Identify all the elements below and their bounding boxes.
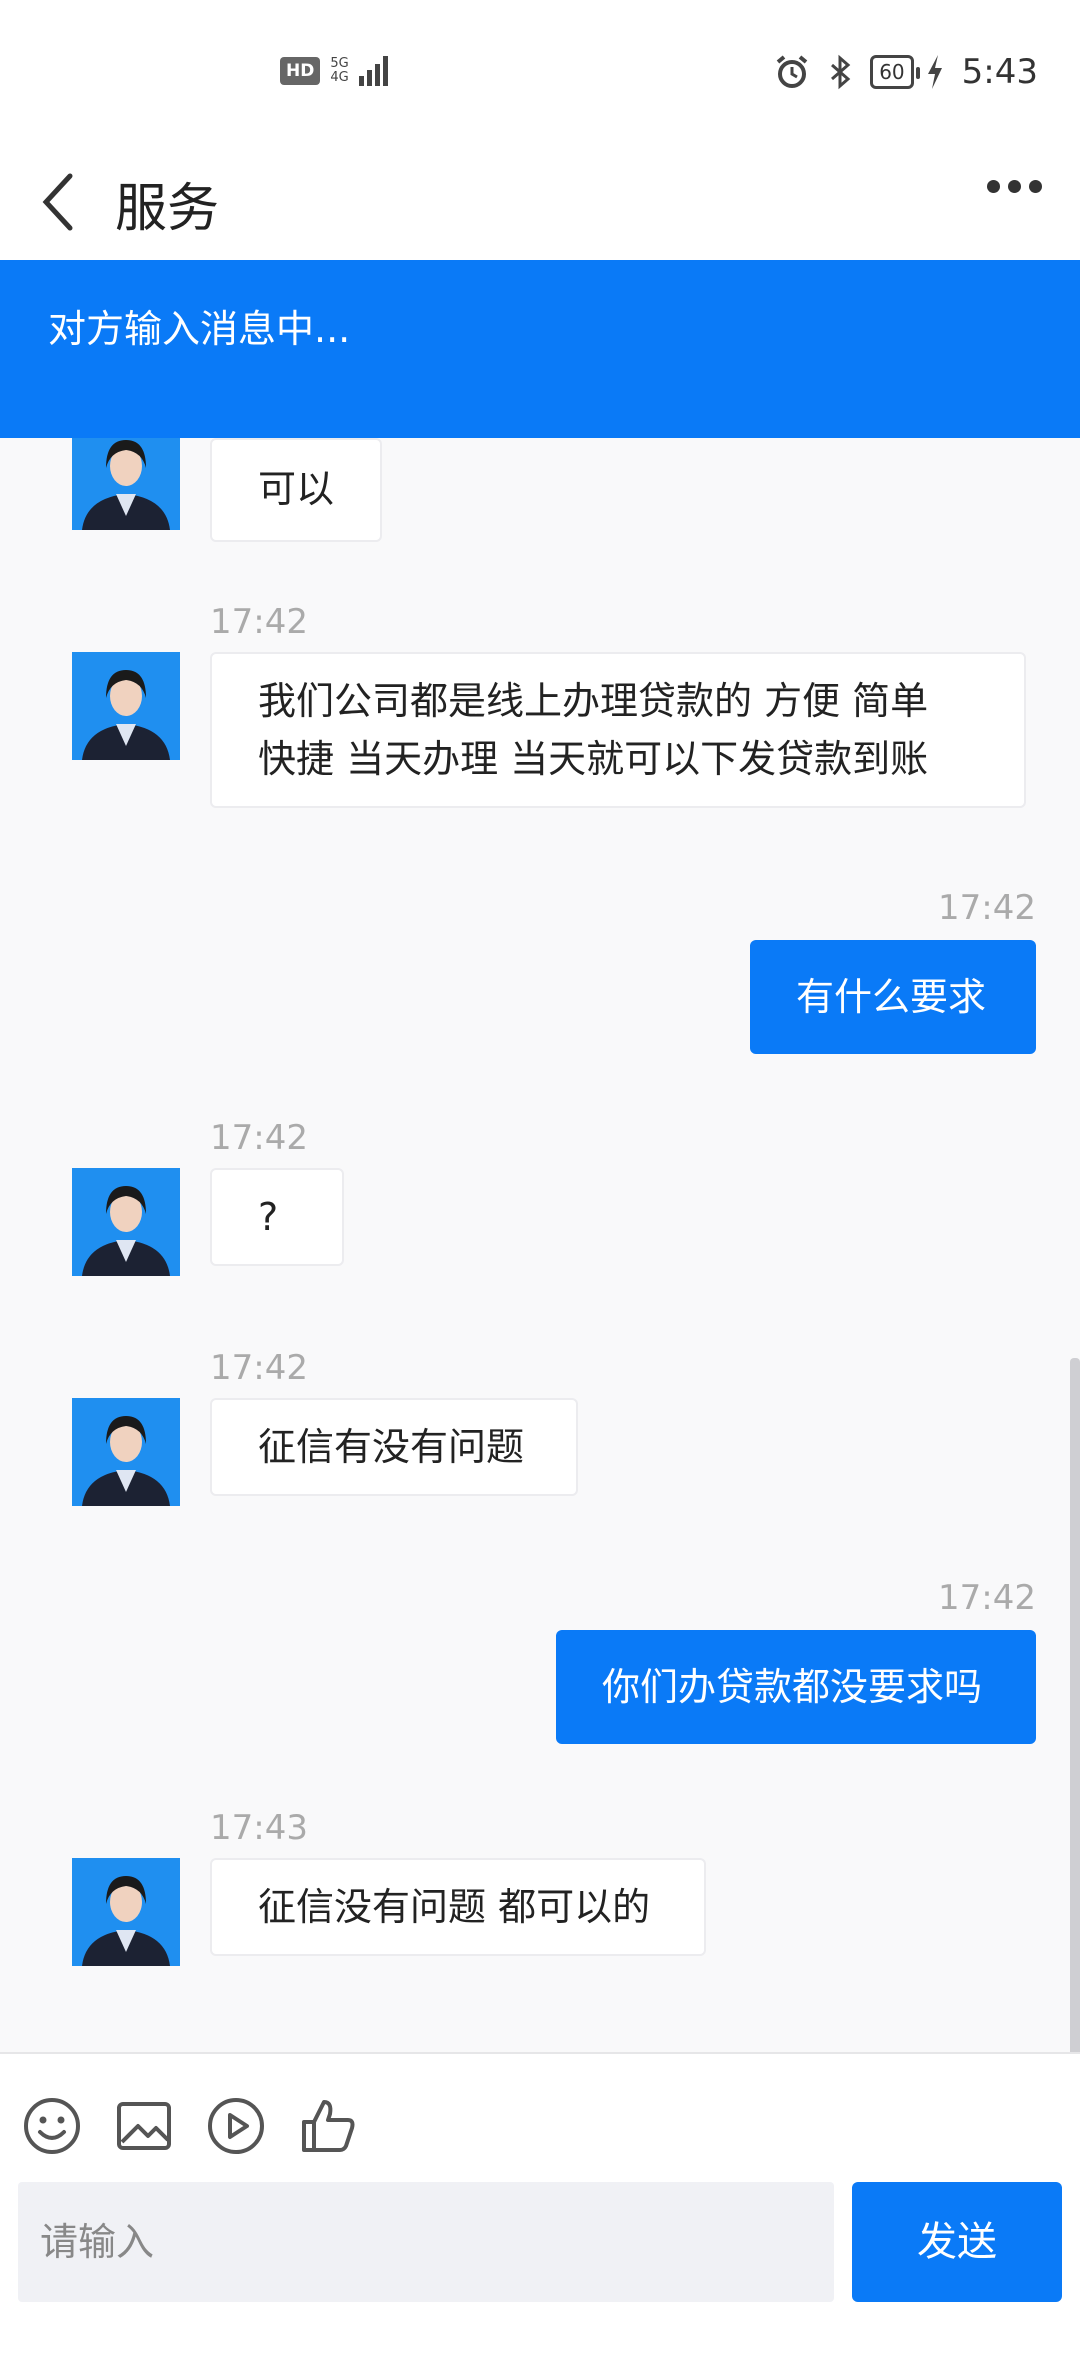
video-play-icon[interactable]: [206, 2096, 266, 2156]
system-indicators: 60 5:43: [774, 52, 1038, 92]
network-sub-label: 4G: [330, 70, 349, 85]
network-indicators: HD 5G 4G: [280, 56, 388, 86]
message-timestamp: 17:42: [938, 1578, 1036, 1618]
message-timestamp: 17:42: [210, 602, 308, 642]
message-timestamp: 17:42: [938, 888, 1036, 928]
chat-scrollbar[interactable]: [1070, 1358, 1080, 2052]
chat-area[interactable]: 可以 17:42 我们公司都是线上办理贷款的 方便 简单 快捷 当天办理 当天就…: [0, 438, 1080, 2052]
avatar[interactable]: [72, 1858, 180, 1966]
charging-icon: [927, 55, 942, 89]
message-input[interactable]: 请输入: [18, 2182, 834, 2302]
composer: 请输入 发送: [0, 2052, 1080, 2376]
send-button[interactable]: 发送: [852, 2182, 1062, 2302]
avatar[interactable]: [72, 438, 180, 530]
back-arrow-icon[interactable]: [34, 162, 84, 242]
status-bar: HD 5G 4G 60 5:43: [0, 0, 1080, 150]
message-bubble-outgoing[interactable]: 有什么要求: [750, 940, 1036, 1054]
alarm-icon: [776, 55, 808, 88]
hd-badge: HD: [280, 57, 321, 85]
message-bubble-outgoing[interactable]: 你们办贷款都没要求吗: [556, 1630, 1036, 1744]
avatar[interactable]: [72, 1168, 180, 1276]
bluetooth-icon: [831, 54, 851, 90]
message-timestamp: 17:42: [210, 1348, 308, 1388]
avatar[interactable]: [72, 652, 180, 760]
app-header: 服务: [0, 150, 1080, 260]
message-bubble-incoming[interactable]: 征信没有问题 都可以的: [210, 1858, 706, 1956]
page-title: 服务: [115, 179, 220, 239]
composer-tools: [22, 2096, 358, 2156]
message-timestamp: 17:43: [210, 1808, 308, 1848]
message-timestamp: 17:42: [210, 1118, 308, 1158]
typing-banner: 对方输入消息中...: [0, 260, 1080, 438]
battery-indicator: 60: [870, 55, 921, 89]
network-type: 5G 4G: [330, 57, 348, 85]
message-bubble-incoming[interactable]: ?: [210, 1168, 344, 1266]
message-bubble-incoming[interactable]: 我们公司都是线上办理贷款的 方便 简单 快捷 当天办理 当天就可以下发贷款到账: [210, 652, 1026, 808]
avatar[interactable]: [72, 1398, 180, 1506]
thumbs-up-icon[interactable]: [298, 2096, 358, 2156]
message-bubble-incoming[interactable]: 可以: [210, 438, 383, 542]
emoji-icon[interactable]: [22, 2096, 82, 2156]
signal-icon: [358, 56, 388, 86]
more-options-icon[interactable]: [987, 180, 1042, 193]
message-bubble-incoming[interactable]: 征信有没有问题: [210, 1398, 578, 1496]
image-icon[interactable]: [114, 2096, 174, 2156]
network-label: 5G: [330, 56, 349, 71]
clock: 5:43: [961, 52, 1038, 92]
